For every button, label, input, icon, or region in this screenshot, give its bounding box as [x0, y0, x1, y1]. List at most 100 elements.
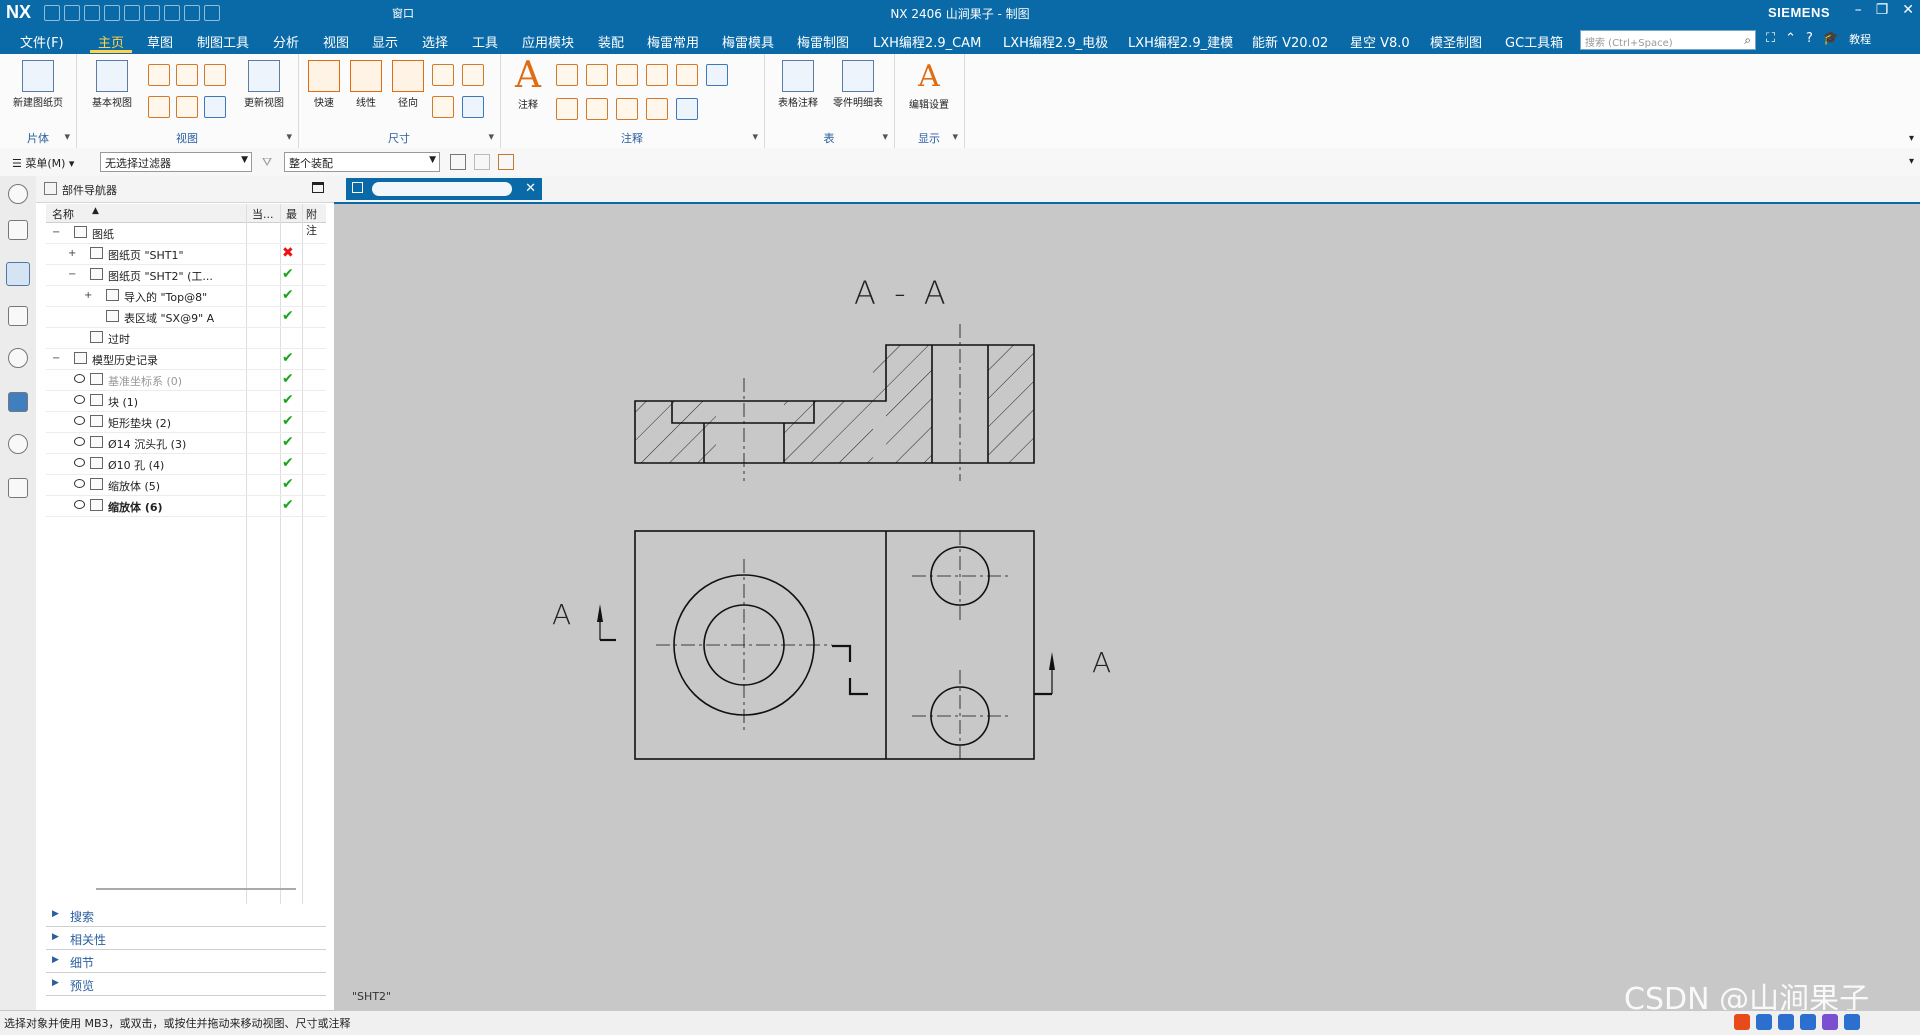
visibility-eye-icon[interactable]: [74, 395, 85, 404]
menu-lxh-cam[interactable]: LXH编程2.9_CAM: [873, 32, 981, 51]
horizontal-scrollbar[interactable]: [96, 888, 296, 890]
chamfer-dimension-icon[interactable]: [462, 64, 484, 86]
section-arrow-label-left[interactable]: A: [552, 598, 571, 631]
web-browser-icon[interactable]: [8, 392, 28, 412]
menu-select[interactable]: 选择: [422, 32, 448, 51]
break-view-icon[interactable]: [148, 96, 170, 118]
section-search[interactable]: ▶ 搜索: [46, 904, 326, 927]
new-sheet-button[interactable]: 新建图纸页: [8, 60, 68, 109]
column-current[interactable]: 当...: [252, 206, 274, 222]
tree-row[interactable]: 过时: [46, 328, 326, 349]
update-view-button[interactable]: 更新视图: [234, 60, 294, 109]
ime-voice-icon[interactable]: [1778, 1014, 1794, 1030]
restore-icon[interactable]: ❐: [1876, 2, 1889, 18]
tabular-note-button[interactable]: 表格注释: [768, 60, 828, 109]
column-name[interactable]: 名称: [52, 206, 74, 222]
selection-filter-combo[interactable]: 无选择过滤器 ▼: [100, 152, 252, 172]
visibility-eye-icon[interactable]: [74, 500, 85, 509]
snap-point-icon[interactable]: [498, 154, 514, 170]
menu-lxh-electrode[interactable]: LXH编程2.9_电极: [1003, 32, 1108, 51]
parts-list-button[interactable]: 零件明细表: [828, 60, 888, 109]
flag-icon[interactable]: [616, 98, 638, 120]
datum-feature-icon[interactable]: [646, 64, 668, 86]
maximize-icon[interactable]: [312, 182, 324, 193]
feature-control-frame-icon[interactable]: [556, 64, 578, 86]
menu-meilei-drafting[interactable]: 梅雷制图: [797, 32, 849, 51]
filter-bar-options-icon[interactable]: ▾: [1909, 156, 1914, 167]
menu-assemblies[interactable]: 装配: [598, 32, 624, 51]
ribbon-options-icon[interactable]: ▾: [1909, 133, 1914, 144]
section-title[interactable]: A - A: [854, 274, 950, 312]
linear-dimension-button[interactable]: 线性: [342, 60, 390, 109]
menu-drafting-tools[interactable]: 制图工具: [197, 32, 249, 51]
tree-row[interactable]: 缩放体 (6) ✔: [46, 496, 326, 517]
part-navigator-icon[interactable]: [6, 262, 30, 286]
radial-dimension-button[interactable]: 径向: [384, 60, 432, 109]
fill-area-icon[interactable]: [676, 64, 698, 86]
surface-finish-icon[interactable]: [586, 64, 608, 86]
tree-row[interactable]: 矩形垫块 (2) ✔: [46, 412, 326, 433]
ime-skin-icon[interactable]: [1822, 1014, 1838, 1030]
tree-row[interactable]: + 图纸页 "SHT1" ✖: [46, 244, 326, 265]
image-icon[interactable]: [676, 98, 698, 120]
select-component-icon[interactable]: [474, 154, 490, 170]
menu-analysis[interactable]: 分析: [273, 32, 299, 51]
edit-settings-button[interactable]: A 编辑设置: [899, 60, 959, 112]
menu-nengxin[interactable]: 能新 V20.02: [1252, 32, 1328, 51]
visibility-eye-icon[interactable]: [74, 479, 85, 488]
weld-symbol-icon[interactable]: [616, 64, 638, 86]
expand-toggle-icon[interactable]: −: [52, 227, 60, 238]
projected-view-icon[interactable]: [148, 64, 170, 86]
document-tab[interactable]: ✕: [346, 178, 542, 200]
select-feature-icon[interactable]: [450, 154, 466, 170]
close-tab-icon[interactable]: ✕: [525, 181, 536, 196]
menu-meilei-common[interactable]: 梅雷常用: [647, 32, 699, 51]
tree-row[interactable]: 表区域 "SX@9" A ✔: [46, 307, 326, 328]
expand-toggle-icon[interactable]: −: [52, 353, 60, 364]
chevron-up-icon[interactable]: ⌃: [1785, 31, 1796, 47]
visibility-eye-icon[interactable]: [74, 416, 85, 425]
section-arrow-label-right[interactable]: A: [1092, 646, 1111, 679]
roles-icon[interactable]: [8, 478, 28, 498]
base-view-button[interactable]: 基本视图: [82, 60, 142, 109]
menu-xingkong[interactable]: 星空 V8.0: [1350, 32, 1410, 51]
center-mark-icon[interactable]: [706, 64, 728, 86]
menu-gc-toolbox[interactable]: GC工具箱: [1505, 32, 1563, 51]
history-clock-icon[interactable]: [8, 434, 28, 454]
expand-toggle-icon[interactable]: +: [68, 248, 76, 259]
sort-ascending-icon[interactable]: ▲: [92, 206, 99, 216]
menu-tools[interactable]: 工具: [472, 32, 498, 51]
column-latest[interactable]: 最: [286, 206, 297, 222]
ime-keyboard-icon[interactable]: [1800, 1014, 1816, 1030]
hatch-icon[interactable]: [646, 98, 668, 120]
top-view[interactable]: [597, 530, 1055, 762]
tree-row[interactable]: 块 (1) ✔: [46, 391, 326, 412]
datum-target-icon[interactable]: [556, 98, 578, 120]
menu-home[interactable]: 主页: [98, 32, 124, 51]
selection-scope-combo[interactable]: 整个装配 ▼: [284, 152, 440, 172]
section-preview[interactable]: ▶ 预览: [46, 973, 326, 996]
menu-mosheng-drafting[interactable]: 模圣制图: [1430, 32, 1482, 51]
minimize-icon[interactable]: –: [1855, 2, 1862, 18]
drawing-sheet[interactable]: A - A A A: [334, 204, 1920, 1010]
tree-row[interactable]: − 图纸页 "SHT2" (工... ✔: [46, 265, 326, 286]
search-icon[interactable]: ⌕: [1744, 33, 1751, 48]
tree-row[interactable]: − 图纸: [46, 223, 326, 244]
history-icon[interactable]: [8, 348, 28, 368]
visibility-eye-icon[interactable]: [74, 437, 85, 446]
menu-file[interactable]: 文件(F): [20, 32, 64, 51]
tutorial-icon[interactable]: 🎓: [1823, 31, 1839, 47]
section-dependencies[interactable]: ▶ 相关性: [46, 927, 326, 950]
ordinate-dimension-icon[interactable]: [462, 96, 484, 118]
reuse-library-icon[interactable]: [8, 306, 28, 326]
rapid-dimension-button[interactable]: 快速: [300, 60, 348, 109]
menu-lxh-modeling[interactable]: LXH编程2.9_建模: [1128, 32, 1233, 51]
assembly-navigator-icon[interactable]: [8, 220, 28, 240]
note-button[interactable]: A 注释: [500, 58, 556, 112]
help-icon[interactable]: ?: [1806, 31, 1813, 47]
menu-button[interactable]: ☰ 菜单(M) ▾: [12, 155, 74, 171]
section-view-a-a[interactable]: [634, 324, 1035, 481]
tree-row[interactable]: − 模型历史记录 ✔: [46, 349, 326, 370]
visibility-eye-icon[interactable]: [74, 458, 85, 467]
filter-funnel-icon[interactable]: ⛛: [262, 155, 272, 170]
